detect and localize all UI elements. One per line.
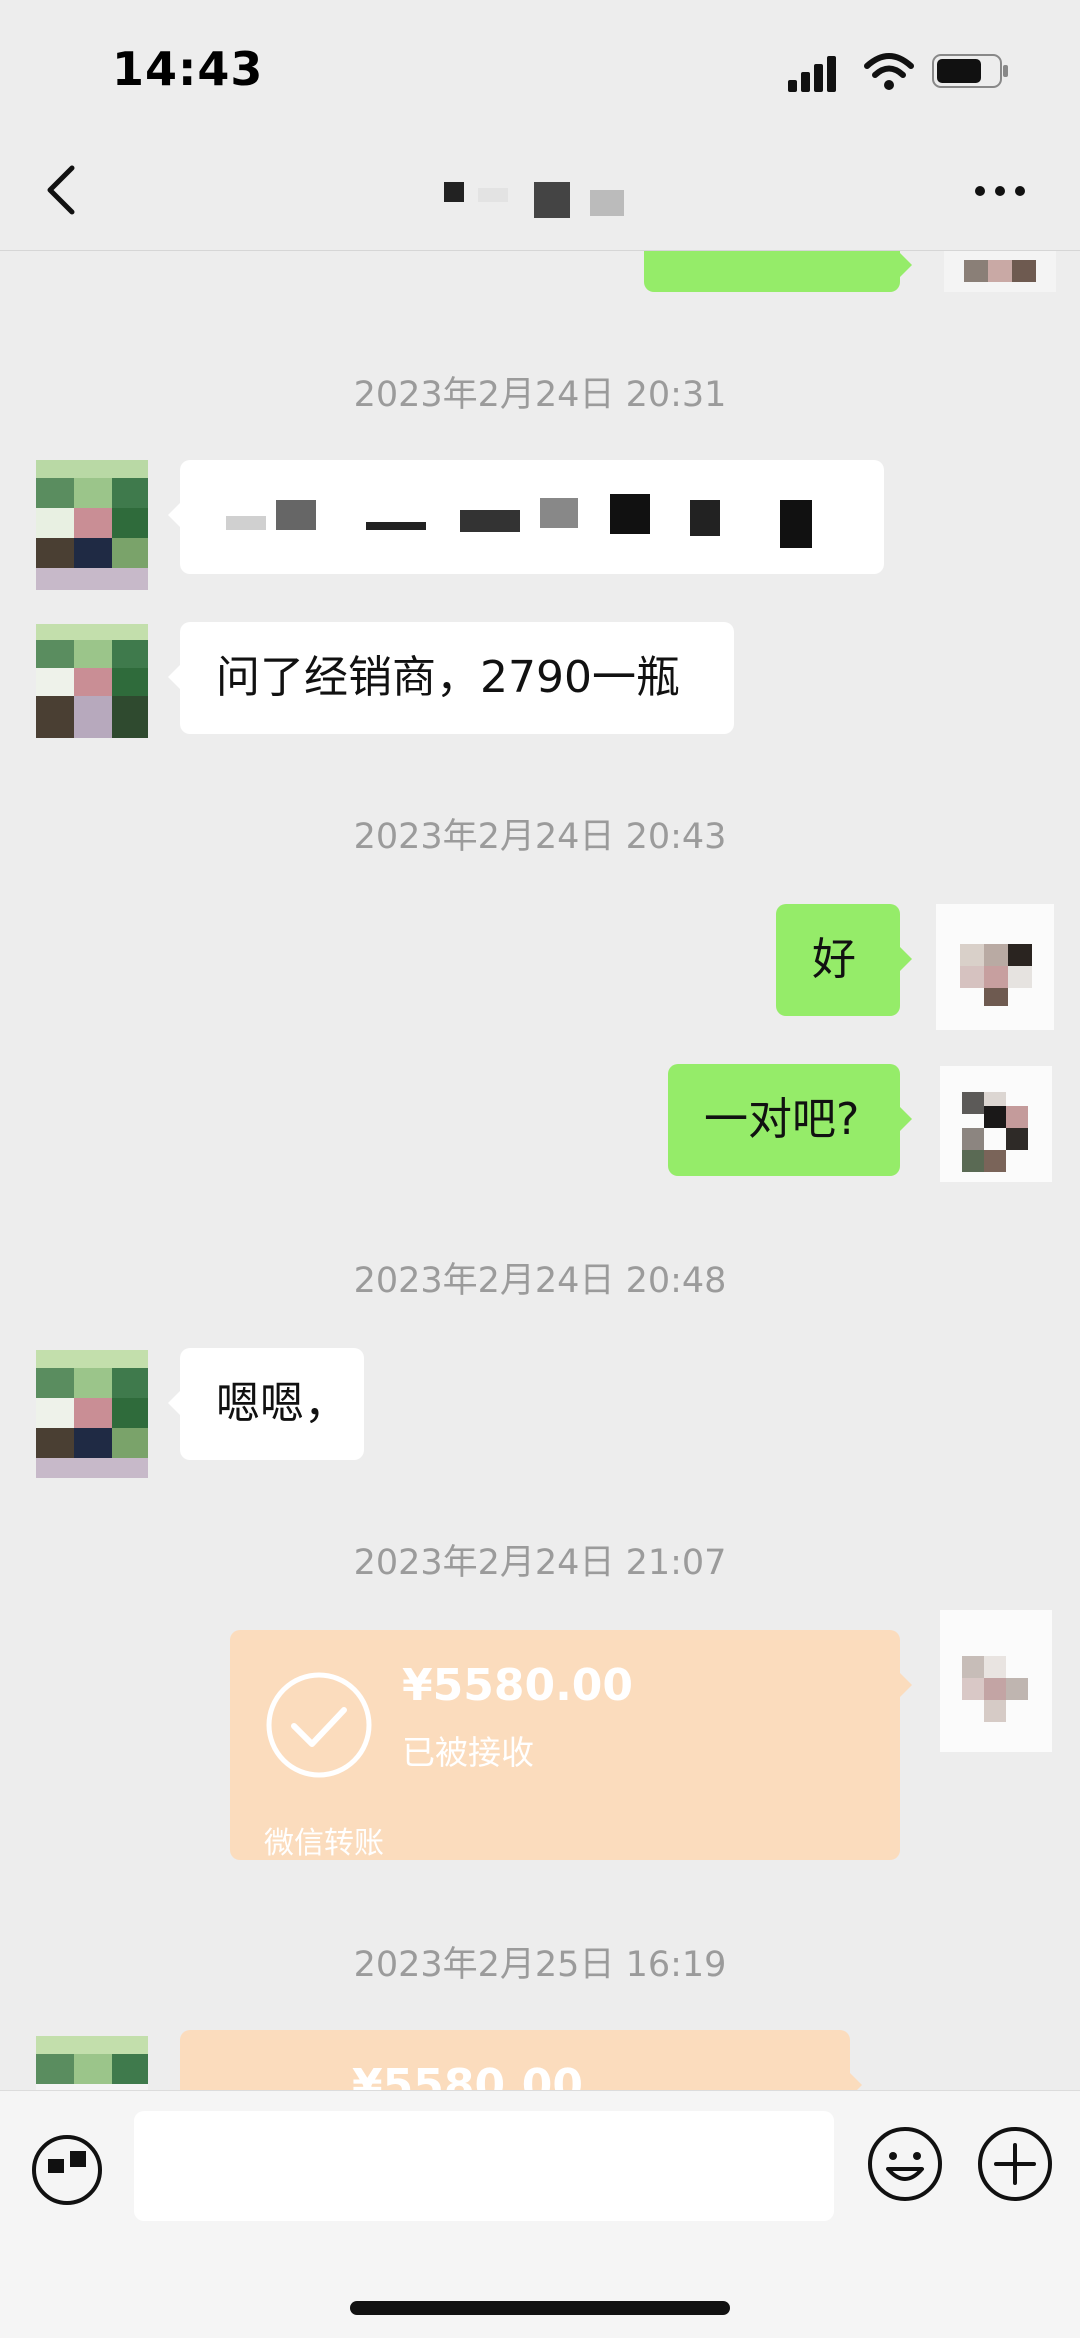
contact-avatar[interactable] (36, 1350, 148, 1478)
plus-more-icon[interactable] (976, 2125, 1054, 2203)
more-options-icon[interactable] (970, 176, 1030, 206)
timestamp: 2023年2月25日 16:19 (353, 1945, 727, 1985)
contact-avatar[interactable] (36, 460, 148, 590)
wifi-icon (864, 53, 914, 90)
emoji-icon[interactable] (866, 2125, 944, 2203)
transfer-card[interactable]: ¥5580.00 (180, 2030, 862, 2090)
contact-avatar[interactable] (36, 2036, 148, 2090)
message-bubble-incoming-blurred[interactable] (168, 460, 884, 574)
contact-name-blurred (440, 182, 670, 218)
message-input[interactable] (134, 2111, 834, 2221)
contact-avatar[interactable] (36, 624, 148, 738)
message-bubble-outgoing[interactable]: 好 (776, 904, 912, 1016)
timestamp: 2023年2月24日 21:07 (353, 1543, 727, 1583)
cellular-signal-icon (788, 56, 836, 92)
my-avatar[interactable] (940, 1066, 1052, 1182)
my-avatar[interactable] (936, 904, 1054, 1030)
message-bubble-outgoing[interactable]: 一对吧? (668, 1064, 912, 1176)
timestamp: 2023年2月24日 20:48 (353, 1261, 727, 1301)
chat-area[interactable]: 2023年2月24日 20:31 问了经销商，2790一瓶 2023年2月24日… (0, 0, 1080, 2090)
transfer-amount: ¥5580.00 (402, 1660, 634, 1711)
timestamp: 2023年2月24日 20:43 (353, 817, 727, 857)
status-bar: 14:43 (0, 0, 1080, 130)
status-time: 14:43 (112, 42, 264, 96)
message-bubble-incoming[interactable]: 问了经销商，2790一瓶 (168, 622, 734, 734)
home-indicator[interactable] (350, 2301, 730, 2315)
my-avatar[interactable] (940, 1610, 1052, 1752)
battery-icon (932, 54, 1008, 88)
chat-header (0, 130, 1080, 251)
transfer-status: 已被接收 (402, 1733, 534, 1772)
message-bubble-incoming[interactable]: 嗯嗯， (168, 1348, 364, 1460)
input-bar (0, 2090, 1080, 2338)
timestamp: 2023年2月24日 20:31 (353, 375, 727, 415)
back-arrow-icon[interactable] (36, 160, 96, 220)
voice-input-icon[interactable] (30, 2133, 104, 2207)
transfer-amount: ¥5580.00 (352, 2060, 584, 2090)
transfer-card[interactable]: ¥5580.00 已被接收 微信转账 (230, 1630, 912, 1861)
check-circle-icon (266, 1672, 372, 1778)
transfer-footer-label: 微信转账 (264, 1826, 384, 1861)
